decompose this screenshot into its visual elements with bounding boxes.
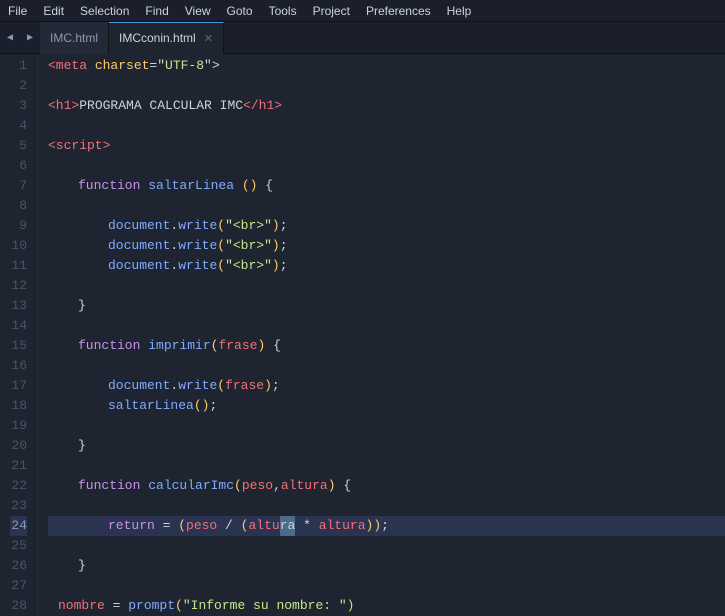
- menu-tools[interactable]: Tools: [261, 2, 305, 20]
- code-line-13: }: [48, 296, 725, 316]
- code-line-10: document.write("<br>");: [48, 236, 725, 256]
- line-num-18: 18: [10, 396, 27, 416]
- line-num-6: 6: [10, 156, 27, 176]
- tab-nav-next[interactable]: ▶: [20, 22, 40, 54]
- line-num-4: 4: [10, 116, 27, 136]
- menu-file[interactable]: File: [0, 2, 35, 20]
- code-line-11: document.write("<br>");: [48, 256, 725, 276]
- line-num-27: 27: [10, 576, 27, 596]
- menu-edit[interactable]: Edit: [35, 2, 72, 20]
- code-line-12: [48, 276, 725, 296]
- line-num-26: 26: [10, 556, 27, 576]
- code-line-24: return = (peso / (altura * altura));: [48, 516, 725, 536]
- code-line-27: [48, 576, 725, 596]
- line-num-24: 24: [10, 516, 27, 536]
- line-num-2: 2: [10, 76, 27, 96]
- tab-nav-prev[interactable]: ◀: [0, 22, 20, 54]
- line-numbers: 1 2 3 4 5 6 7 8 9 10 11 12 13 14 15 16 1…: [0, 54, 38, 616]
- code-area[interactable]: <meta charset="UTF-8"> <h1>PROGRAMA CALC…: [38, 54, 725, 616]
- code-line-4: [48, 116, 725, 136]
- line-num-10: 10: [10, 236, 27, 256]
- line-num-28: 28: [10, 596, 27, 616]
- menu-bar: File Edit Selection Find View Goto Tools…: [0, 0, 725, 22]
- code-line-3: <h1>PROGRAMA CALCULAR IMC</h1>: [48, 96, 725, 116]
- line-num-23: 23: [10, 496, 27, 516]
- line-num-12: 12: [10, 276, 27, 296]
- line-num-14: 14: [10, 316, 27, 336]
- code-line-1: <meta charset="UTF-8">: [48, 56, 725, 76]
- editor: 1 2 3 4 5 6 7 8 9 10 11 12 13 14 15 16 1…: [0, 54, 725, 616]
- code-line-15: function imprimir(frase) {: [48, 336, 725, 356]
- line-num-25: 25: [10, 536, 27, 556]
- code-line-25: [48, 536, 725, 556]
- menu-view[interactable]: View: [177, 2, 219, 20]
- line-num-11: 11: [10, 256, 27, 276]
- menu-goto[interactable]: Goto: [219, 2, 261, 20]
- tab-imcconin[interactable]: IMCconin.html ✕: [109, 22, 224, 54]
- code-line-26: }: [48, 556, 725, 576]
- code-line-16: [48, 356, 725, 376]
- menu-find[interactable]: Find: [137, 2, 176, 20]
- line-num-17: 17: [10, 376, 27, 396]
- code-line-20: }: [48, 436, 725, 456]
- line-num-5: 5: [10, 136, 27, 156]
- menu-preferences[interactable]: Preferences: [358, 2, 439, 20]
- tab-close-icon[interactable]: ✕: [204, 32, 213, 45]
- code-line-18: saltarLinea();: [48, 396, 725, 416]
- code-line-22: function calcularImc(peso,altura) {: [48, 476, 725, 496]
- line-num-7: 7: [10, 176, 27, 196]
- line-num-13: 13: [10, 296, 27, 316]
- code-line-2: [48, 76, 725, 96]
- code-line-7: function saltarLinea () {: [48, 176, 725, 196]
- line-num-1: 1: [10, 56, 27, 76]
- line-num-8: 8: [10, 196, 27, 216]
- line-num-21: 21: [10, 456, 27, 476]
- line-num-3: 3: [10, 96, 27, 116]
- menu-help[interactable]: Help: [439, 2, 480, 20]
- line-num-16: 16: [10, 356, 27, 376]
- tab-imcconin-label: IMCconin.html: [119, 31, 196, 45]
- tab-bar: ◀ ▶ IMC.html IMCconin.html ✕: [0, 22, 725, 54]
- code-line-19: [48, 416, 725, 436]
- line-num-19: 19: [10, 416, 27, 436]
- tab-imc-label: IMC.html: [50, 31, 98, 45]
- code-line-28: nombre = prompt("Informe su nombre: "): [48, 596, 725, 616]
- tab-imc[interactable]: IMC.html: [40, 22, 109, 54]
- menu-selection[interactable]: Selection: [72, 2, 137, 20]
- code-line-17: document.write(frase);: [48, 376, 725, 396]
- line-num-22: 22: [10, 476, 27, 496]
- code-line-14: [48, 316, 725, 336]
- code-line-8: [48, 196, 725, 216]
- code-line-5: <script>: [48, 136, 725, 156]
- code-line-6: [48, 156, 725, 176]
- code-line-21: [48, 456, 725, 476]
- line-num-9: 9: [10, 216, 27, 236]
- code-line-23: [48, 496, 725, 516]
- code-line-9: document.write("<br>");: [48, 216, 725, 236]
- line-num-20: 20: [10, 436, 27, 456]
- menu-project[interactable]: Project: [305, 2, 358, 20]
- line-num-15: 15: [10, 336, 27, 356]
